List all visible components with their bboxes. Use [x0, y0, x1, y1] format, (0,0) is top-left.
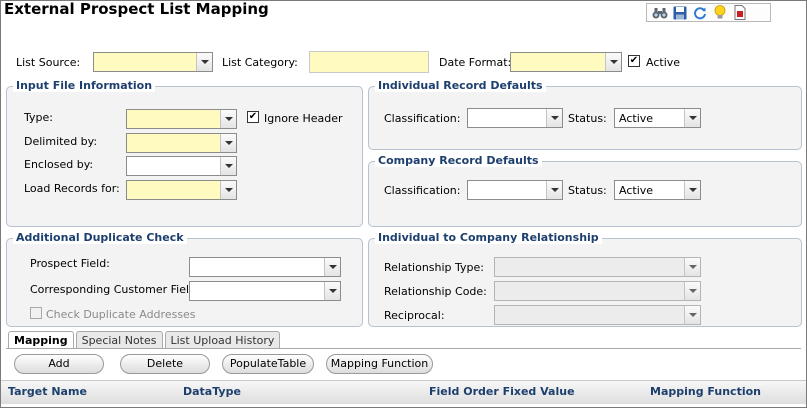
- chevron-down-icon[interactable]: [220, 181, 236, 199]
- column-mapping-function[interactable]: Mapping Function: [650, 385, 761, 398]
- relationship-type-select[interactable]: [494, 257, 701, 277]
- enclosed-by-select[interactable]: [126, 156, 237, 176]
- toolbar: [646, 3, 771, 22]
- customer-field-label: Corresponding Customer Field:: [30, 283, 200, 296]
- lightbulb-icon[interactable]: [712, 5, 728, 21]
- input-file-legend: Input File Information: [13, 79, 156, 92]
- ignore-header-label: Ignore Header: [264, 112, 343, 125]
- company-classification-select[interactable]: [467, 180, 563, 200]
- individual-classification-select[interactable]: [467, 108, 563, 128]
- list-category-input[interactable]: [309, 51, 429, 73]
- type-select[interactable]: [126, 109, 237, 129]
- delimited-by-label: Delimited by:: [24, 135, 98, 148]
- individual-status-label: Status:: [568, 112, 607, 125]
- column-datatype[interactable]: DataType: [183, 385, 241, 398]
- chevron-down-icon[interactable]: [546, 181, 562, 199]
- chevron-down-icon[interactable]: [605, 53, 621, 71]
- check-duplicate-label: Check Duplicate Addresses: [46, 308, 196, 321]
- duplicate-check-legend: Additional Duplicate Check: [13, 231, 187, 244]
- type-label: Type:: [24, 111, 53, 124]
- mapping-grid-header: Target Name DataType Field Order Fixed V…: [1, 380, 806, 404]
- tab-divider: [6, 348, 801, 349]
- reciprocal-select[interactable]: [494, 305, 701, 325]
- binoculars-icon[interactable]: [652, 5, 668, 21]
- company-classification-label: Classification:: [384, 184, 461, 197]
- enclosed-by-label: Enclosed by:: [24, 158, 94, 171]
- list-source-label: List Source:: [16, 56, 81, 69]
- tab-mapping[interactable]: Mapping: [8, 331, 74, 349]
- report-icon[interactable]: [732, 5, 748, 21]
- relationship-legend: Individual to Company Relationship: [375, 231, 602, 244]
- add-button[interactable]: Add: [14, 354, 104, 374]
- customer-field-select[interactable]: [189, 281, 341, 301]
- tab-list-upload-history[interactable]: List Upload History: [164, 331, 281, 349]
- date-format-select[interactable]: [510, 52, 622, 72]
- chevron-down-icon[interactable]: [684, 282, 700, 300]
- page-title: External Prospect List Mapping: [4, 0, 269, 18]
- chevron-down-icon[interactable]: [196, 53, 212, 71]
- individual-defaults-legend: Individual Record Defaults: [375, 79, 546, 92]
- tab-strip: Mapping Special Notes List Upload Histor…: [8, 331, 281, 349]
- chevron-down-icon[interactable]: [324, 258, 340, 276]
- ignore-header-checkbox[interactable]: [247, 111, 259, 123]
- active-label: Active: [646, 56, 681, 69]
- individual-status-value: Active: [619, 112, 654, 125]
- chevron-down-icon[interactable]: [220, 110, 236, 128]
- chevron-down-icon[interactable]: [684, 258, 700, 276]
- mapping-function-button[interactable]: Mapping Function: [326, 354, 433, 374]
- chevron-down-icon[interactable]: [684, 306, 700, 324]
- company-status-value: Active: [619, 184, 654, 197]
- prospect-field-label: Prospect Field:: [30, 257, 110, 270]
- individual-classification-label: Classification:: [384, 112, 461, 125]
- column-field-order-fixed-value[interactable]: Field Order Fixed Value: [429, 385, 575, 398]
- company-defaults-legend: Company Record Defaults: [375, 154, 542, 167]
- company-status-select[interactable]: Active: [614, 180, 701, 200]
- list-category-label: List Category:: [222, 56, 298, 69]
- tab-special-notes[interactable]: Special Notes: [75, 331, 163, 349]
- relationship-code-select[interactable]: [494, 281, 701, 301]
- load-records-select[interactable]: [126, 180, 237, 200]
- delete-button[interactable]: Delete: [120, 354, 210, 374]
- individual-status-select[interactable]: Active: [614, 108, 701, 128]
- relationship-code-label: Relationship Code:: [384, 285, 487, 298]
- check-duplicate-checkbox[interactable]: [30, 307, 42, 319]
- chevron-down-icon[interactable]: [220, 157, 236, 175]
- company-status-label: Status:: [568, 184, 607, 197]
- chevron-down-icon[interactable]: [220, 134, 236, 152]
- column-target-name[interactable]: Target Name: [8, 385, 87, 398]
- list-source-select[interactable]: [93, 52, 213, 72]
- delimited-by-select[interactable]: [126, 133, 237, 153]
- save-icon[interactable]: [672, 5, 688, 21]
- chevron-down-icon[interactable]: [684, 181, 700, 199]
- date-format-label: Date Format:: [439, 56, 512, 69]
- chevron-down-icon[interactable]: [546, 109, 562, 127]
- reciprocal-label: Reciprocal:: [384, 309, 445, 322]
- active-checkbox[interactable]: [628, 55, 640, 67]
- relationship-type-label: Relationship Type:: [384, 261, 484, 274]
- populate-table-button[interactable]: PopulateTable: [222, 354, 314, 374]
- refresh-icon[interactable]: [692, 5, 708, 21]
- prospect-field-select[interactable]: [189, 257, 341, 277]
- load-records-label: Load Records for:: [24, 182, 120, 195]
- chevron-down-icon[interactable]: [324, 282, 340, 300]
- chevron-down-icon[interactable]: [684, 109, 700, 127]
